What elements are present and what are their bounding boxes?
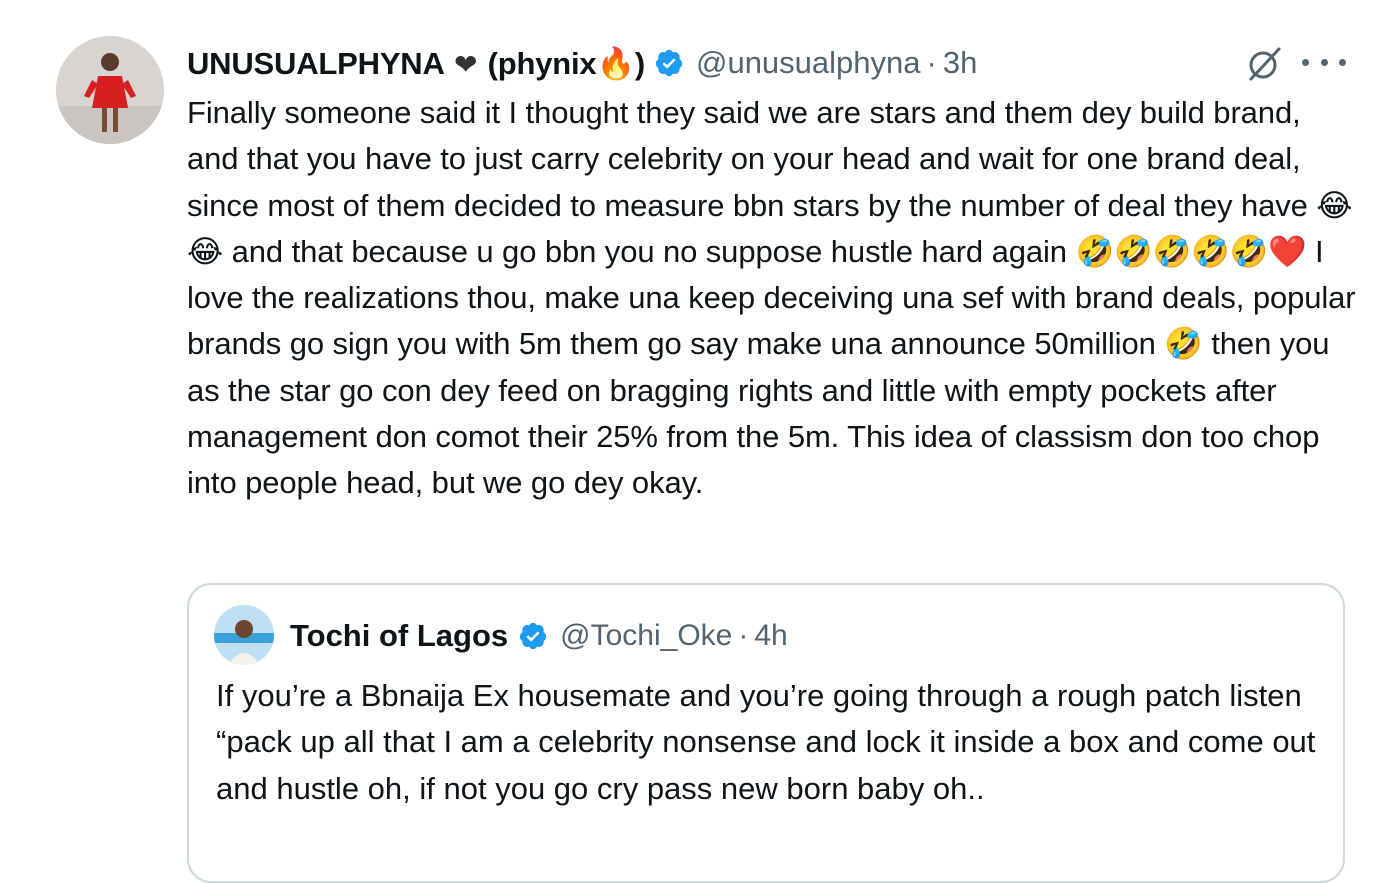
separator-dot: ·: [926, 45, 937, 80]
grok-icon[interactable]: [1244, 44, 1284, 84]
verified-badge-icon: [520, 622, 547, 650]
verified-badge-icon: [655, 49, 683, 77]
separator-dot: ·: [738, 619, 749, 652]
tweet-header: UNUSUALPHYNA ❤ (phynix🔥) @unusualphyna ·…: [187, 38, 977, 88]
fire-emoji: 🔥: [596, 45, 635, 81]
tweet-text: Finally someone said it I thought they s…: [187, 95, 1356, 501]
name-emoji: ❤: [453, 48, 478, 80]
author-avatar[interactable]: [56, 36, 164, 144]
more-icon[interactable]: [1302, 44, 1346, 80]
author-handle[interactable]: @unusualphyna: [696, 45, 921, 81]
tweet[interactable]: UNUSUALPHYNA ❤ (phynix🔥) @unusualphyna ·…: [0, 0, 1400, 883]
quoted-author-name[interactable]: Tochi of Lagos: [290, 618, 508, 654]
tweet-timestamp[interactable]: 3h: [943, 45, 977, 81]
quoted-tweet-timestamp[interactable]: 4h: [754, 619, 787, 653]
author-name[interactable]: UNUSUALPHYNA ❤ (phynix🔥): [187, 45, 645, 82]
quoted-tweet-header: Tochi of Lagos @Tochi_Oke · 4h: [290, 613, 788, 659]
quoted-tweet[interactable]: Tochi of Lagos @Tochi_Oke · 4h If you’re…: [187, 583, 1345, 883]
quoted-tweet-text: If you’re a Bbnaija Ex housemate and you…: [216, 678, 1316, 806]
quoted-author-handle[interactable]: @Tochi_Oke: [560, 619, 732, 653]
quoted-author-avatar[interactable]: [214, 605, 274, 665]
